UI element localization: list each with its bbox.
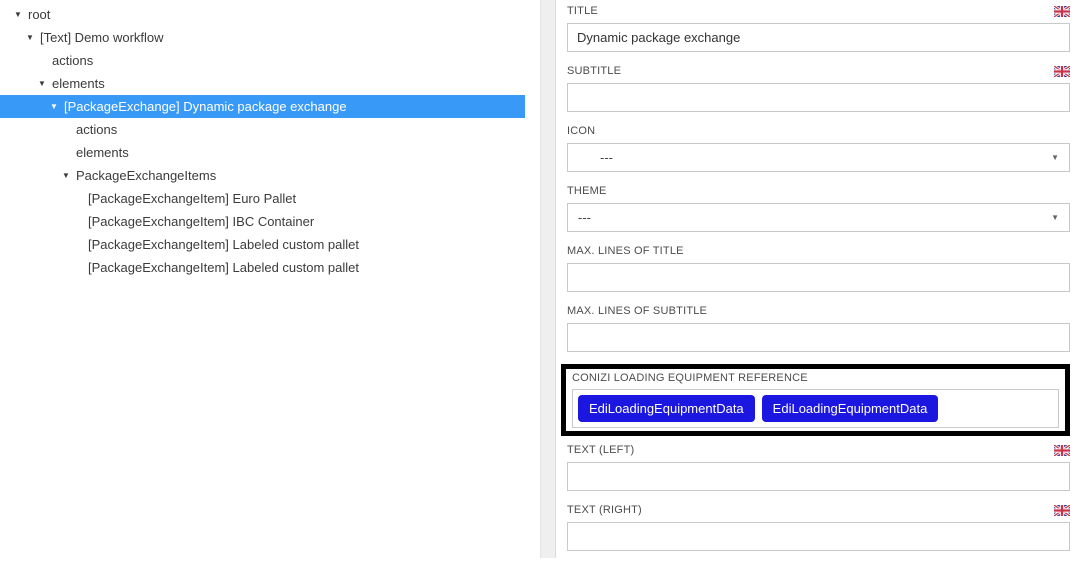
tree-item[interactable]: ▼[PackageExchangeItem] Labeled custom pa… <box>0 256 525 279</box>
max-lines-of-subtitle-input[interactable] <box>567 323 1070 352</box>
tree-item-label: [Text] Demo workflow <box>40 30 164 45</box>
tree-item-label: [PackageExchangeItem] IBC Container <box>88 214 314 229</box>
tree-item-label: [PackageExchangeItem] Labeled custom pal… <box>88 260 359 275</box>
properties-panel: TITLE SUBTITLE ICON --- ▼ THEME --- ▼ MAX. LINES… <box>567 4 1070 563</box>
tree-item-label: [PackageExchangeItem] Labeled custom pal… <box>88 237 359 252</box>
triangle-down-icon[interactable]: ▼ <box>50 102 64 111</box>
theme-label: THEME <box>567 185 607 197</box>
conizi-highlight-box: CONIZI LOADING EQUIPMENT REFERENCE EdiLoa… <box>561 364 1070 436</box>
tree-item-label: actions <box>76 122 117 137</box>
field-head: ICON <box>567 124 1070 138</box>
tree-item-label: actions <box>52 53 93 68</box>
tree-item[interactable]: ▼[PackageExchange] Dynamic package excha… <box>0 95 525 118</box>
tree-item[interactable]: ▼[PackageExchangeItem] Euro Pallet <box>0 187 525 210</box>
field-max-lines-of-title: MAX. LINES OF TITLE <box>567 244 1070 292</box>
field-head: SUBTITLE <box>567 64 1070 78</box>
max-lines-of-title-input[interactable] <box>567 263 1070 292</box>
edi-loading-equipment-data-button[interactable]: EdiLoadingEquipmentData <box>762 395 939 422</box>
tree-item[interactable]: ▼actions <box>0 118 525 141</box>
field-text-right: TEXT (RIGHT) <box>567 503 1070 551</box>
triangle-down-icon[interactable]: ▼ <box>62 171 76 180</box>
triangle-down-icon[interactable]: ▼ <box>14 10 28 19</box>
triangle-down-icon[interactable]: ▼ <box>38 79 52 88</box>
title-input[interactable] <box>567 23 1070 52</box>
tree-item[interactable]: ▼elements <box>0 72 525 95</box>
tree-item[interactable]: ▼elements <box>0 141 525 164</box>
conizi-loading-equipment-reference-label: CONIZI LOADING EQUIPMENT REFERENCE <box>572 372 808 384</box>
field-subtitle: SUBTITLE <box>567 64 1070 112</box>
text-left-label: TEXT (LEFT) <box>567 444 634 456</box>
tree-item-label: elements <box>52 76 105 91</box>
field-head: TEXT (LEFT) <box>567 443 1070 457</box>
text-right-input[interactable] <box>567 522 1070 551</box>
select-value: --- <box>578 150 613 165</box>
text-left-input[interactable] <box>567 462 1070 491</box>
select-value: --- <box>578 210 591 225</box>
field-head: MAX. LINES OF SUBTITLE <box>567 304 1070 318</box>
field-head: TEXT (RIGHT) <box>567 503 1070 517</box>
tree-item[interactable]: ▼actions <box>0 49 525 72</box>
edi-loading-equipment-data-button[interactable]: EdiLoadingEquipmentData <box>578 395 755 422</box>
tree-item-label: [PackageExchangeItem] Euro Pallet <box>88 191 296 206</box>
tree-item[interactable]: ▼[Text] Demo workflow <box>0 26 525 49</box>
max-lines-of-title-label: MAX. LINES OF TITLE <box>567 245 684 257</box>
title-label: TITLE <box>567 5 598 17</box>
max-lines-of-subtitle-label: MAX. LINES OF SUBTITLE <box>567 305 707 317</box>
subtitle-input[interactable] <box>567 83 1070 112</box>
tree-item[interactable]: ▼[PackageExchangeItem] Labeled custom pa… <box>0 233 525 256</box>
scrollbar-track[interactable] <box>540 0 556 558</box>
subtitle-label: SUBTITLE <box>567 65 621 77</box>
icon-select[interactable]: --- ▼ <box>567 143 1070 172</box>
field-head: THEME <box>567 184 1070 198</box>
tree-item[interactable]: ▼[PackageExchangeItem] IBC Container <box>0 210 525 233</box>
theme-select[interactable]: --- ▼ <box>567 203 1070 232</box>
tree-item[interactable]: ▼root <box>0 3 525 26</box>
chevron-down-icon: ▼ <box>1051 213 1059 222</box>
field-max-lines-of-subtitle: MAX. LINES OF SUBTITLE <box>567 304 1070 352</box>
text-right-label: TEXT (RIGHT) <box>567 504 642 516</box>
field-head: MAX. LINES OF TITLE <box>567 244 1070 258</box>
uk-flag-icon[interactable] <box>1054 505 1070 516</box>
field-title: TITLE <box>567 4 1070 52</box>
uk-flag-icon[interactable] <box>1054 445 1070 456</box>
tree-item-label: PackageExchangeItems <box>76 168 216 183</box>
field-text-left: TEXT (LEFT) <box>567 443 1070 491</box>
reference-button-box: EdiLoadingEquipmentData EdiLoadingEquipme… <box>572 389 1059 428</box>
icon-label: ICON <box>567 125 595 137</box>
field-icon: ICON --- ▼ <box>567 124 1070 172</box>
uk-flag-icon[interactable] <box>1054 6 1070 17</box>
triangle-down-icon[interactable]: ▼ <box>26 33 40 42</box>
tree-item-label: root <box>28 7 50 22</box>
tree-item-label: [PackageExchange] Dynamic package exchan… <box>64 99 347 114</box>
tree-item[interactable]: ▼PackageExchangeItems <box>0 164 525 187</box>
chevron-down-icon: ▼ <box>1051 153 1059 162</box>
field-head: CONIZI LOADING EQUIPMENT REFERENCE <box>572 371 1059 385</box>
uk-flag-icon[interactable] <box>1054 66 1070 77</box>
tree-view: ▼root▼[Text] Demo workflow▼actions▼eleme… <box>0 3 525 279</box>
field-head: TITLE <box>567 4 1070 18</box>
field-theme: THEME --- ▼ <box>567 184 1070 232</box>
tree-item-label: elements <box>76 145 129 160</box>
